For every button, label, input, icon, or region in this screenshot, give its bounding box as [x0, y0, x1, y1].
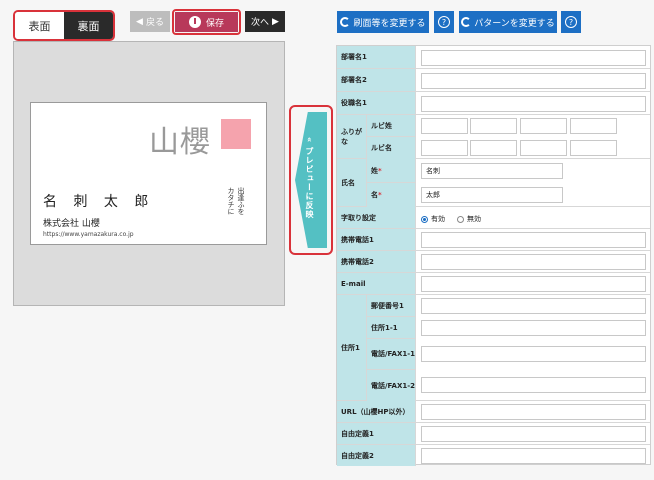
save-button-frame: 保存 [172, 9, 241, 35]
card-logo-text: 山櫻 [149, 125, 211, 160]
help-button-pattern[interactable]: ? [561, 11, 581, 33]
question-icon: ? [438, 16, 450, 28]
ruby-last-input-3[interactable] [520, 118, 567, 134]
ruby-first-input-3[interactable] [520, 140, 567, 156]
form-row-dept2: 部署名2 [337, 69, 650, 92]
label-tel-fax2: 電話/FAX1-2 [367, 370, 416, 401]
card-form: 部署名1 部署名2 役職名1 ふりがな ルビ姓 ルビ名 氏名 姓 * 名 * 名刺 … [336, 45, 651, 466]
email-input[interactable] [421, 276, 646, 292]
tel-fax1-1-input[interactable] [421, 346, 646, 362]
triangle-right-icon: ▶ [272, 16, 279, 27]
mobile1-input[interactable] [421, 232, 646, 248]
tel-fax1-2-input[interactable] [421, 377, 646, 393]
card-company: 株式会社 山櫻 [43, 219, 100, 229]
form-row-kerning: 字取り設定 有効 無効 [337, 207, 650, 229]
triangle-left-icon: ◀ [136, 16, 143, 27]
label-last: 姓 * [367, 159, 416, 183]
form-row-title1: 役職名1 [337, 92, 650, 115]
label-title1: 役職名1 [337, 92, 416, 114]
side-tabs: 表面 裏面 [13, 10, 115, 41]
form-row-address1: 住所1 郵便番号1 住所1-1 電話/FAX1-1 電話/FAX1-2 [337, 295, 650, 401]
last-name-input[interactable]: 名刺 [421, 163, 563, 179]
label-kerning: 字取り設定 [337, 207, 416, 228]
custom2-input[interactable] [421, 448, 646, 464]
tab-back[interactable]: 裏面 [64, 12, 113, 39]
form-row-mobile2: 携帯電話2 [337, 251, 650, 273]
form-row-custom2: 自由定義2 [337, 445, 650, 466]
reflect-button-frame: « プレビューに反映 [289, 105, 333, 255]
tab-front[interactable]: 表面 [15, 12, 64, 39]
custom1-input[interactable] [421, 426, 646, 442]
dept2-input[interactable] [421, 73, 646, 89]
label-furigana: ふりがな [337, 115, 367, 158]
label-mobile2: 携帯電話2 [337, 251, 416, 272]
form-row-furigana: ふりがな ルビ姓 ルビ名 [337, 115, 650, 159]
form-row-mobile1: 携帯電話1 [337, 229, 650, 251]
url-input[interactable] [421, 404, 646, 420]
kerning-enabled-radio[interactable]: 有効 [421, 214, 445, 224]
ruby-last-input-1[interactable] [421, 118, 468, 134]
card-url: https://www.yamazakura.co.jp [43, 231, 134, 238]
ruby-last-input-2[interactable] [470, 118, 517, 134]
label-dept1: 部署名1 [337, 46, 416, 68]
label-addr-line: 住所1-1 [367, 317, 416, 339]
label-custom1: 自由定義1 [337, 423, 416, 444]
next-button[interactable]: 次へ ▶ [245, 11, 285, 32]
label-address1: 住所1 [337, 295, 367, 400]
title1-input[interactable] [421, 96, 646, 112]
label-email: E-mail [337, 273, 416, 294]
dept1-input[interactable] [421, 50, 646, 66]
business-card: 山櫻 名 刺 太 郎 株式会社 山櫻 https://www.yamazakur… [30, 102, 267, 245]
download-icon [188, 16, 201, 28]
radio-on-icon [421, 215, 428, 223]
card-tagline-2: カタチに [227, 187, 235, 215]
label-name: 氏名 [337, 159, 367, 206]
reflect-preview-label: « プレビューに反映 [305, 137, 314, 219]
change-pattern-button[interactable]: パターンを変更する [459, 11, 557, 33]
label-mobile1: 携帯電話1 [337, 229, 416, 250]
ruby-first-input-1[interactable] [421, 140, 468, 156]
form-row-name: 氏名 姓 * 名 * 名刺 太郎 [337, 159, 650, 207]
back-button[interactable]: ◀ 戻る [130, 11, 170, 32]
label-first: 名 * [367, 183, 416, 207]
form-row-email: E-mail [337, 273, 650, 295]
radio-off-icon [457, 215, 464, 223]
ruby-last-input-4[interactable] [570, 118, 617, 134]
label-ruby-last: ルビ姓 [367, 115, 416, 137]
form-row-dept1: 部署名1 [337, 46, 650, 69]
refresh-icon [461, 17, 472, 27]
kerning-disabled-radio[interactable]: 無効 [457, 214, 481, 224]
card-tagline-1: 出逢ふを [237, 187, 245, 215]
refresh-icon [340, 17, 351, 27]
first-name-input[interactable]: 太郎 [421, 187, 563, 203]
label-tel-fax1: 電話/FAX1-1 [367, 339, 416, 370]
question-icon: ? [565, 16, 577, 28]
mobile2-input[interactable] [421, 254, 646, 270]
card-name: 名 刺 太 郎 [43, 194, 155, 210]
form-row-url: URL（山櫻HP以外） [337, 401, 650, 423]
logo-square-icon [221, 119, 251, 149]
save-button[interactable]: 保存 [175, 12, 238, 32]
label-url: URL（山櫻HP以外） [337, 401, 416, 422]
change-font-button[interactable]: 刷面等を変更する [337, 11, 429, 33]
ruby-first-input-4[interactable] [570, 140, 617, 156]
ruby-first-input-2[interactable] [470, 140, 517, 156]
card-preview-area: 山櫻 名 刺 太 郎 株式会社 山櫻 https://www.yamazakur… [13, 41, 285, 306]
postal1-input[interactable] [421, 298, 646, 314]
help-button-font[interactable]: ? [434, 11, 454, 33]
label-postal1: 郵便番号1 [367, 295, 416, 317]
label-custom2: 自由定義2 [337, 445, 416, 466]
label-dept2: 部署名2 [337, 69, 416, 91]
label-ruby-first: ルビ名 [367, 137, 416, 159]
form-row-custom1: 自由定義1 [337, 423, 650, 445]
address1-1-input[interactable] [421, 320, 646, 336]
